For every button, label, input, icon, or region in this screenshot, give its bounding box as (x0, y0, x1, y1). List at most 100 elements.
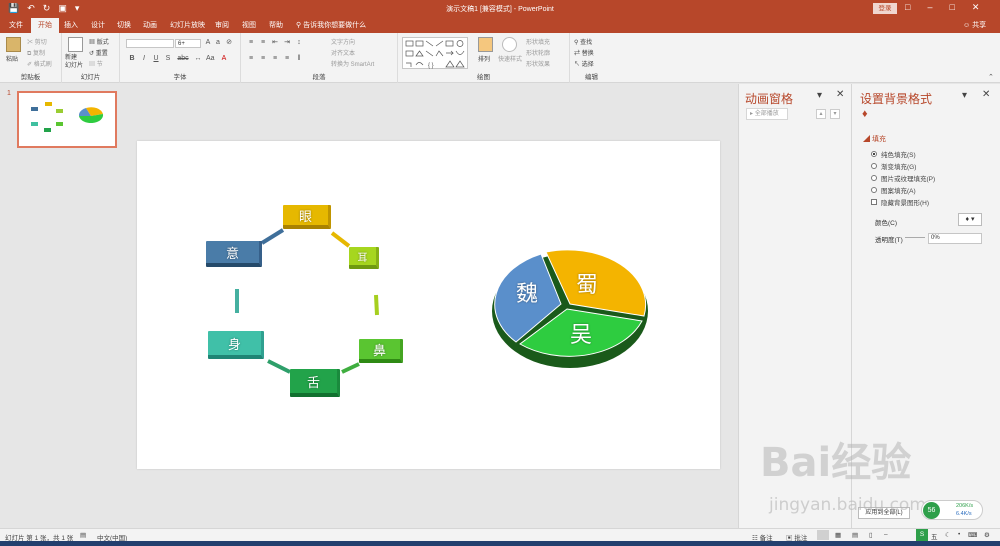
solid-fill-option[interactable]: 纯色填充(S) (871, 149, 916, 159)
underline-button[interactable]: U (152, 55, 160, 63)
italic-button[interactable]: I (140, 55, 148, 63)
cut-button[interactable]: ✂ 剪切 (27, 37, 47, 46)
pattern-fill-option[interactable]: 图案填充(A) (871, 185, 916, 195)
font-size-field[interactable]: 6+ (175, 39, 201, 48)
slide-canvas[interactable]: 眼 耳 鼻 舌 身 意 魏 蜀 吴 (137, 141, 720, 469)
arrange-button[interactable]: 排列 (478, 54, 490, 63)
transparency-slider[interactable] (905, 237, 925, 238)
font-name-field[interactable] (126, 39, 174, 48)
keyboard-icon[interactable]: ⌨ (968, 531, 977, 539)
align-right-icon[interactable]: ≡ (271, 55, 279, 63)
dot-icon[interactable]: • (958, 531, 960, 538)
ime-mode-icon[interactable]: 五 (931, 531, 938, 541)
collapse-ribbon-icon[interactable]: ⌃ (988, 73, 994, 81)
tab-view[interactable]: 视图 (242, 20, 256, 30)
minimize-icon[interactable]: – (927, 2, 932, 13)
layout-button[interactable]: ▦ 版式 (89, 37, 109, 46)
bullets-icon[interactable]: ≡ (247, 39, 255, 47)
shadow-button[interactable]: S (164, 55, 172, 63)
shape-outline-button[interactable]: 形状轮廓 (526, 48, 550, 57)
bold-button[interactable]: B (128, 55, 136, 63)
spell-check-icon[interactable]: ▤ (80, 531, 86, 539)
tab-slideshow[interactable]: 幻灯片放映 (170, 20, 205, 30)
copy-button[interactable]: ⧉ 复制 (27, 48, 45, 58)
select-button[interactable]: ↖ 选择 (574, 59, 594, 68)
increase-indent-icon[interactable]: ⇥ (283, 39, 291, 47)
label-body[interactable]: 身 (208, 331, 264, 359)
grow-font-icon[interactable]: A (204, 39, 212, 47)
radio-solid-fill[interactable] (871, 151, 877, 157)
tell-me-search[interactable]: ⚲ 告诉我你想要做什么 (296, 20, 366, 30)
tab-design[interactable]: 设计 (91, 20, 105, 30)
radio-picture-fill[interactable] (871, 175, 877, 181)
decrease-indent-icon[interactable]: ⇤ (271, 39, 279, 47)
radio-gradient-fill[interactable] (871, 163, 877, 169)
normal-view-icon[interactable] (817, 530, 829, 540)
quick-styles-button[interactable]: 快速样式 (498, 54, 522, 63)
tab-insert[interactable]: 插入 (64, 20, 78, 30)
shapes-gallery[interactable]: { } (402, 37, 468, 69)
hide-graphics-checkbox[interactable] (871, 199, 877, 205)
find-button[interactable]: ⚲ 查找 (574, 37, 592, 46)
moon-icon[interactable]: ☾ (945, 531, 951, 539)
close-icon[interactable]: ✕ (972, 2, 980, 13)
tab-help[interactable]: 帮助 (269, 20, 283, 30)
input-method-icon[interactable]: S (916, 529, 928, 541)
tab-animations[interactable]: 动画 (143, 20, 157, 30)
label-ear[interactable]: 耳 (349, 247, 379, 269)
login-button[interactable]: 登录 (873, 3, 897, 14)
reset-button[interactable]: ↺ 重置 (89, 48, 108, 57)
char-spacing-icon[interactable]: ↔ (194, 55, 202, 63)
justify-icon[interactable]: ≡ (283, 55, 291, 63)
fill-bucket-icon[interactable]: ♦ (862, 108, 868, 120)
format-pane-options-icon[interactable]: ▾ (962, 90, 967, 101)
radio-pattern-fill[interactable] (871, 187, 877, 193)
ribbon-display-icon[interactable]: □ (905, 2, 910, 13)
label-eye[interactable]: 眼 (283, 205, 331, 229)
gradient-fill-option[interactable]: 渐变填充(G) (871, 161, 916, 171)
tab-review[interactable]: 审阅 (215, 20, 229, 30)
reading-view-icon[interactable]: ▤ (852, 531, 858, 539)
transparency-input[interactable]: 0% (928, 233, 982, 244)
shape-fill-button[interactable]: 形状填充 (526, 37, 550, 46)
animation-pane-close-icon[interactable]: ✕ (836, 89, 844, 100)
arrange-icon[interactable] (478, 37, 493, 52)
quick-styles-icon[interactable] (502, 37, 517, 52)
columns-icon[interactable]: ‖ (295, 55, 303, 63)
fill-section-header[interactable]: ◢ 填充 (863, 134, 886, 144)
format-painter-button[interactable]: ✐ 格式刷 (27, 59, 52, 68)
align-center-icon[interactable]: ≡ (259, 55, 267, 63)
new-slide-button[interactable]: 新建 幻灯片 (65, 54, 83, 70)
clear-format-icon[interactable]: ⊘ (225, 39, 233, 47)
slide-sorter-icon[interactable]: ▦ (835, 531, 841, 539)
new-slide-icon[interactable] (68, 37, 83, 52)
label-nose[interactable]: 鼻 (359, 339, 403, 363)
font-color-icon[interactable]: A (220, 55, 228, 63)
zoom-out-icon[interactable]: – (884, 531, 888, 538)
strikethrough-button[interactable]: abc (176, 55, 190, 63)
share-button[interactable]: ☺ 共享 (963, 20, 986, 30)
shape-effects-button[interactable]: 形状效果 (526, 59, 550, 68)
shrink-font-icon[interactable]: a (214, 39, 222, 47)
paste-button[interactable]: 粘贴 (6, 54, 18, 63)
paste-icon[interactable] (6, 37, 21, 52)
tab-home[interactable]: 开始 (31, 18, 59, 33)
picture-fill-option[interactable]: 图片或纹理填充(P) (871, 173, 935, 183)
change-case-icon[interactable]: Aa (206, 55, 215, 63)
play-all-button[interactable]: ▸ 全部播放 (746, 108, 788, 120)
smartart-button[interactable]: 转换为 SmartArt (331, 59, 374, 68)
color-picker-button[interactable]: ♦ ▾ (958, 213, 982, 226)
numbering-icon[interactable]: ≡ (259, 39, 267, 47)
section-button[interactable]: ▤ 节 (89, 59, 103, 68)
hide-graphics-option[interactable]: 隐藏背景图形(H) (871, 197, 929, 207)
text-direction-button[interactable]: 文字方向 (331, 37, 355, 46)
label-tongue[interactable]: 舌 (290, 369, 340, 397)
align-text-button[interactable]: 对齐文本 (331, 48, 355, 57)
network-speed-widget[interactable]: 56 206K/s 6.4K/s (921, 500, 983, 520)
pane-options-icon[interactable]: ▾ (817, 90, 822, 101)
tab-file[interactable]: 文件 (9, 20, 23, 30)
maximize-icon[interactable]: □ (949, 2, 954, 13)
replace-button[interactable]: ⇄ 替换 (574, 48, 594, 57)
settings-icon[interactable]: ⚙ (984, 531, 990, 539)
slide-thumbnail[interactable] (17, 91, 117, 148)
